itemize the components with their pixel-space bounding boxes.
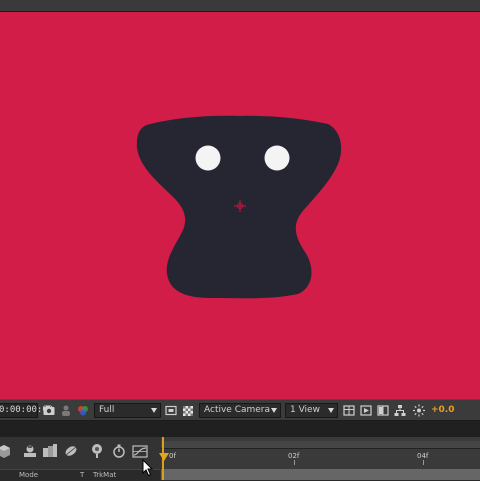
ruler-label-02f: 02f (288, 452, 300, 460)
camera-value: Active Camera (204, 405, 271, 415)
color-channel-icon[interactable] (76, 403, 90, 418)
motion-blur-icon[interactable] (63, 443, 79, 459)
timecode-display[interactable]: 0:00:00:00 (0, 403, 53, 418)
transparency-grid-icon[interactable] (181, 403, 195, 418)
t-column-label[interactable]: T (80, 470, 84, 481)
mouse-cursor-icon (142, 459, 154, 477)
panel-top-strip (0, 0, 480, 12)
timeline-switches (0, 437, 160, 467)
ruler-tick (423, 460, 424, 465)
left-eye (195, 145, 221, 171)
composition-viewer[interactable] (0, 12, 480, 399)
toggle-mask-icon[interactable] (376, 403, 390, 418)
trkmat-column-label[interactable]: TrkMat (93, 470, 116, 481)
time-ruler[interactable]: 0f 02f 04f (159, 437, 480, 480)
fast-preview-icon[interactable] (359, 403, 373, 418)
brainstorm-icon[interactable] (89, 443, 105, 459)
grid-guides-icon[interactable] (342, 403, 356, 418)
work-area-bar[interactable] (161, 469, 480, 480)
chevron-down-icon (328, 408, 334, 413)
chevron-down-icon (271, 408, 277, 413)
shy-layers-icon[interactable] (22, 443, 38, 459)
ruler-tick (294, 460, 295, 465)
viewer-canvas (0, 12, 480, 399)
ruler-label-0f: 0f (169, 452, 176, 460)
right-eye (264, 145, 290, 171)
exposure-reset-icon[interactable] (412, 403, 426, 418)
timeline-panel: Mode T TrkMat 0f 02f 04f (0, 437, 480, 481)
snapshot-icon[interactable] (42, 403, 56, 418)
graph-editor-icon[interactable] (132, 443, 148, 459)
auto-keyframe-icon[interactable] (111, 443, 127, 459)
time-navigator[interactable] (161, 441, 480, 449)
region-of-interest-icon[interactable] (164, 403, 178, 418)
timeline-tab-bar (0, 421, 480, 438)
resolution-dropdown[interactable]: Full (94, 403, 161, 418)
exposure-value[interactable]: +0.0 (431, 403, 471, 418)
chevron-down-icon (151, 408, 157, 413)
view-layout-value: 1 View (290, 405, 320, 415)
mode-column-label[interactable]: Mode (19, 470, 38, 481)
ruler-label-04f: 04f (417, 452, 429, 460)
resolution-value: Full (99, 405, 115, 415)
3d-draft-icon[interactable] (0, 443, 12, 459)
show-snapshot-icon[interactable] (59, 403, 73, 418)
playhead-icon[interactable] (159, 453, 169, 461)
frame-blending-icon[interactable] (42, 443, 58, 459)
viewer-control-bar: 0:00:00:00 Full Active Camera 1 View +0.… (0, 399, 480, 421)
view-layout-dropdown[interactable]: 1 View (285, 403, 338, 418)
flowchart-icon[interactable] (393, 403, 407, 418)
camera-dropdown[interactable]: Active Camera (199, 403, 281, 418)
layer-column-header: Mode T TrkMat (0, 469, 160, 481)
